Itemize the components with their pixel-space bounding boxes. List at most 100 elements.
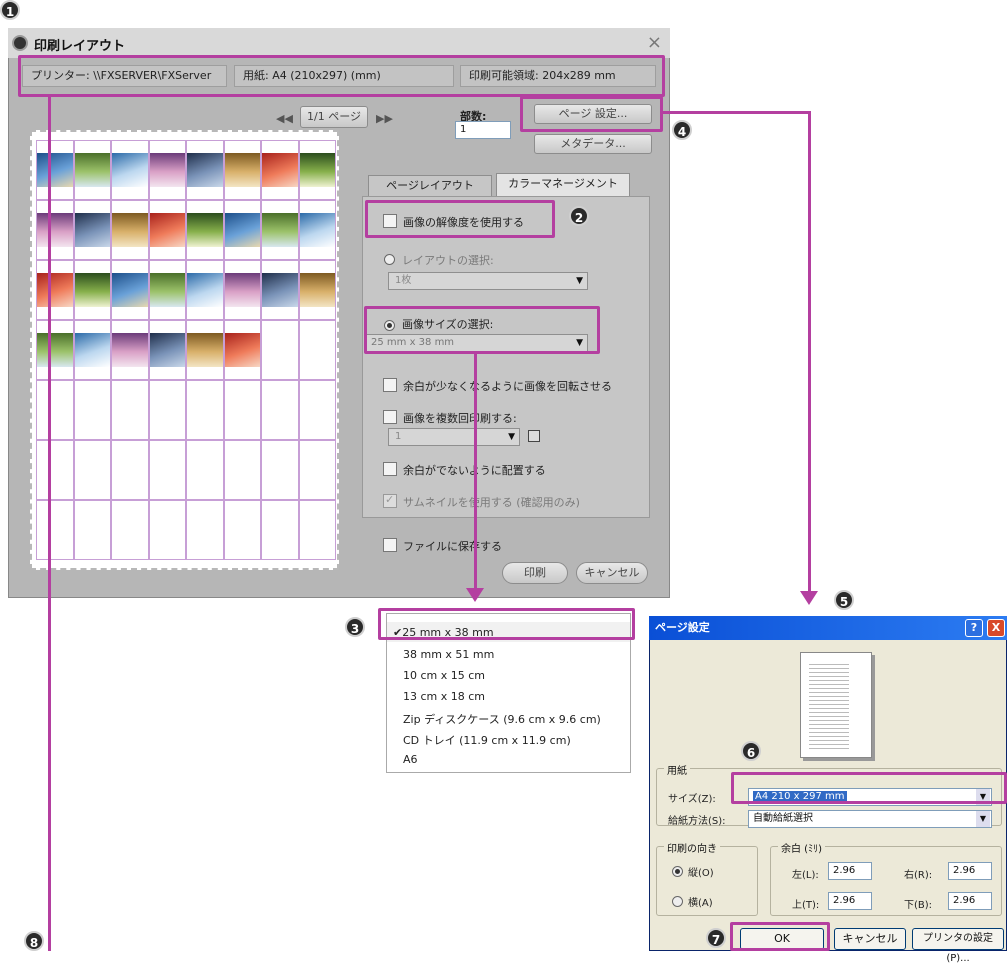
thumbnail-cell[interactable]	[36, 380, 74, 440]
size-option-cd[interactable]: CD トレイ (11.9 cm x 11.9 cm)	[403, 732, 571, 748]
thumbnail-cell[interactable]	[261, 440, 299, 500]
thumbnail-cell[interactable]	[186, 440, 224, 500]
thumbnail-cell[interactable]	[298, 440, 336, 500]
thumbnail-cell[interactable]	[36, 200, 74, 260]
thumbnail-cell[interactable]	[223, 500, 261, 560]
thumbnail-image	[299, 213, 335, 247]
copies-stepper[interactable]: 1	[455, 121, 511, 139]
thumbnail-cell[interactable]	[148, 320, 186, 380]
thumbnail-cell[interactable]	[223, 200, 261, 260]
thumbnail-cell[interactable]	[261, 200, 299, 260]
thumbnail-cell[interactable]	[111, 380, 149, 440]
thumbnail-cell[interactable]	[36, 500, 74, 560]
thumbnail-cell[interactable]	[111, 260, 149, 320]
help-icon[interactable]: ?	[965, 619, 983, 637]
thumbnail-cell[interactable]	[73, 320, 111, 380]
thumbnail-cell[interactable]	[298, 260, 336, 320]
page-setup-cancel-button[interactable]: キャンセル	[834, 928, 906, 950]
no-margin-checkbox[interactable]	[383, 462, 397, 476]
paper-source-select[interactable]: 自動給紙選択 ▼	[748, 810, 992, 828]
thumbnail-cell[interactable]	[111, 440, 149, 500]
thumbnail-image	[187, 213, 223, 247]
multi-print-dropdown[interactable]: 1 ▼	[388, 428, 520, 446]
thumbnail-cell[interactable]	[36, 260, 74, 320]
layout-select-dropdown[interactable]: 1枚 ▼	[388, 272, 588, 290]
thumbnail-cell[interactable]	[223, 260, 261, 320]
thumbnail-cell[interactable]	[186, 500, 224, 560]
metadata-button[interactable]: メタデータ...	[534, 134, 652, 154]
bottom-margin-input[interactable]: 2.96	[948, 892, 992, 910]
left-margin-input[interactable]: 2.96	[828, 862, 872, 880]
close-icon[interactable]: ×	[647, 32, 662, 53]
size-option-zip[interactable]: Zip ディスクケース (9.6 cm x 9.6 cm)	[403, 711, 601, 727]
thumbnail-cell[interactable]	[298, 380, 336, 440]
thumbnail-cell[interactable]	[223, 140, 261, 200]
next-page-label[interactable]: ▶▶	[376, 112, 393, 125]
cancel-button[interactable]: キャンセル	[576, 562, 648, 584]
thumbnail-cell[interactable]	[148, 200, 186, 260]
thumbnail-cell[interactable]	[261, 380, 299, 440]
thumbnail-cell[interactable]	[36, 140, 74, 200]
size-option-38x51[interactable]: 38 mm x 51 mm	[403, 648, 494, 661]
thumbnail-cell[interactable]	[73, 440, 111, 500]
thumbnail-cell[interactable]	[186, 260, 224, 320]
thumbnail-cell[interactable]	[261, 320, 299, 380]
thumbnail-cell[interactable]	[223, 320, 261, 380]
page-setup-title: ページ設定	[655, 621, 710, 634]
thumbnail-cell[interactable]	[111, 500, 149, 560]
thumbnail-cell[interactable]	[73, 500, 111, 560]
thumbnail-cell[interactable]	[36, 440, 74, 500]
thumbnail-cell[interactable]	[148, 500, 186, 560]
right-margin-input[interactable]: 2.96	[948, 862, 992, 880]
rotate-checkbox[interactable]	[383, 378, 397, 392]
thumbnail-cell[interactable]	[148, 380, 186, 440]
connector-line-5v	[808, 111, 811, 593]
printer-settings-button[interactable]: プリンタの設定(P)...	[912, 928, 1004, 964]
thumbnail-cell[interactable]	[36, 320, 74, 380]
tab-page-layout[interactable]: ページレイアウト	[368, 175, 492, 197]
multi-print-checkbox[interactable]	[383, 410, 397, 424]
tab-color-management[interactable]: カラーマネージメント	[496, 173, 630, 197]
thumbnail-cell[interactable]	[261, 140, 299, 200]
thumbnail-cell[interactable]	[186, 140, 224, 200]
thumbnail-cell[interactable]	[111, 200, 149, 260]
save-to-file-checkbox[interactable]	[383, 538, 397, 552]
thumbnail-cell[interactable]	[261, 260, 299, 320]
thumbnail-cell[interactable]	[111, 320, 149, 380]
thumbnail-cell[interactable]	[298, 140, 336, 200]
orientation-group-label: 印刷の向き	[664, 840, 720, 855]
thumbnail-cell[interactable]	[298, 200, 336, 260]
thumbnail-cell[interactable]	[73, 260, 111, 320]
landscape-radio[interactable]	[672, 896, 683, 907]
grid-icon[interactable]	[528, 430, 540, 442]
thumbnail-cell[interactable]	[73, 380, 111, 440]
arrow-down-icon	[466, 588, 484, 602]
size-option-13x18[interactable]: 13 cm x 18 cm	[403, 690, 485, 703]
thumbnail-cell[interactable]	[298, 500, 336, 560]
print-button[interactable]: 印刷	[502, 562, 568, 584]
highlight-ok	[730, 922, 830, 951]
layout-select-radio[interactable]	[384, 254, 395, 265]
size-option-a6[interactable]: A6	[403, 753, 418, 766]
thumbnail-cell[interactable]	[73, 140, 111, 200]
thumbnail-cell[interactable]	[261, 500, 299, 560]
thumbnail-cell[interactable]	[186, 320, 224, 380]
thumbnail-cell[interactable]	[186, 380, 224, 440]
portrait-radio[interactable]	[672, 866, 683, 877]
thumbnail-cell[interactable]	[148, 260, 186, 320]
thumbnail-cell[interactable]	[223, 380, 261, 440]
close-icon[interactable]: X	[987, 619, 1005, 637]
thumbnail-cell[interactable]	[73, 200, 111, 260]
top-margin-input[interactable]: 2.96	[828, 892, 872, 910]
thumbnail-checkbox[interactable]: ✓	[383, 493, 397, 508]
thumbnail-cell[interactable]	[148, 440, 186, 500]
size-option-10x15[interactable]: 10 cm x 15 cm	[403, 669, 485, 682]
step-marker-1: 1	[0, 0, 20, 20]
thumbnail-cell[interactable]	[148, 140, 186, 200]
thumbnail-cell[interactable]	[298, 320, 336, 380]
thumbnail-cell[interactable]	[223, 440, 261, 500]
prev-page-button[interactable]: ◀◀	[276, 112, 293, 125]
thumbnail-cell[interactable]	[186, 200, 224, 260]
thumbnail-image	[37, 333, 73, 367]
thumbnail-cell[interactable]	[111, 140, 149, 200]
